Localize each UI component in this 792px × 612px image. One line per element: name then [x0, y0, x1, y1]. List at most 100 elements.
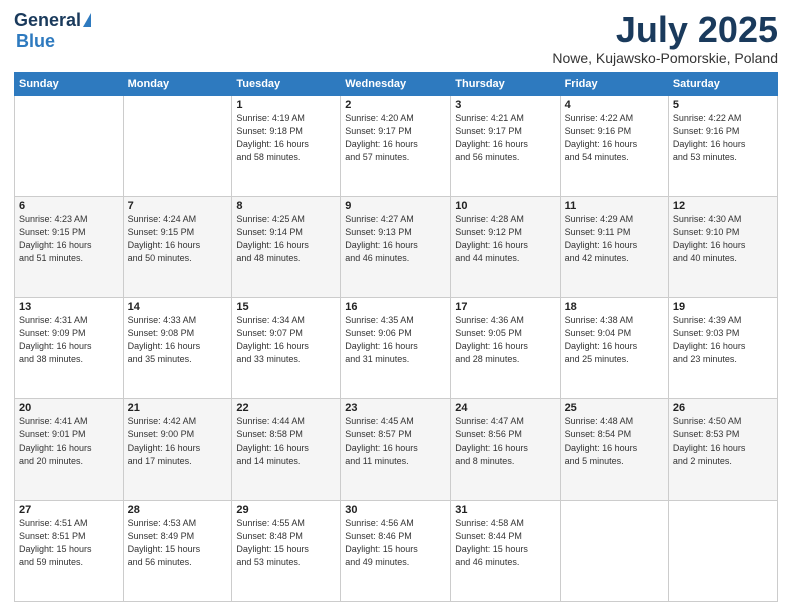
- page: General Blue July 2025 Nowe, Kujawsko-Po…: [0, 0, 792, 612]
- day-number: 4: [565, 99, 664, 111]
- day-of-week-header: Sunday: [15, 72, 124, 95]
- day-info: Sunrise: 4:24 AM Sunset: 9:15 PM Dayligh…: [128, 213, 228, 265]
- day-info: Sunrise: 4:39 AM Sunset: 9:03 PM Dayligh…: [673, 314, 773, 366]
- calendar-cell: 27Sunrise: 4:51 AM Sunset: 8:51 PM Dayli…: [15, 500, 124, 601]
- day-number: 7: [128, 200, 228, 212]
- day-info: Sunrise: 4:47 AM Sunset: 8:56 PM Dayligh…: [455, 415, 555, 467]
- day-number: 14: [128, 301, 228, 313]
- day-info: Sunrise: 4:34 AM Sunset: 9:07 PM Dayligh…: [236, 314, 336, 366]
- day-number: 11: [565, 200, 664, 212]
- calendar-cell: 13Sunrise: 4:31 AM Sunset: 9:09 PM Dayli…: [15, 298, 124, 399]
- day-info: Sunrise: 4:31 AM Sunset: 9:09 PM Dayligh…: [19, 314, 119, 366]
- day-number: 30: [345, 504, 446, 516]
- calendar-cell: [668, 500, 777, 601]
- calendar-cell: 26Sunrise: 4:50 AM Sunset: 8:53 PM Dayli…: [668, 399, 777, 500]
- day-info: Sunrise: 4:42 AM Sunset: 9:00 PM Dayligh…: [128, 415, 228, 467]
- day-info: Sunrise: 4:41 AM Sunset: 9:01 PM Dayligh…: [19, 415, 119, 467]
- day-of-week-header: Friday: [560, 72, 668, 95]
- day-of-week-header: Tuesday: [232, 72, 341, 95]
- calendar-cell: 25Sunrise: 4:48 AM Sunset: 8:54 PM Dayli…: [560, 399, 668, 500]
- day-number: 2: [345, 99, 446, 111]
- day-info: Sunrise: 4:33 AM Sunset: 9:08 PM Dayligh…: [128, 314, 228, 366]
- day-number: 3: [455, 99, 555, 111]
- calendar-cell: 30Sunrise: 4:56 AM Sunset: 8:46 PM Dayli…: [341, 500, 451, 601]
- day-number: 1: [236, 99, 336, 111]
- day-info: Sunrise: 4:20 AM Sunset: 9:17 PM Dayligh…: [345, 112, 446, 164]
- day-info: Sunrise: 4:53 AM Sunset: 8:49 PM Dayligh…: [128, 517, 228, 569]
- day-info: Sunrise: 4:56 AM Sunset: 8:46 PM Dayligh…: [345, 517, 446, 569]
- day-number: 21: [128, 402, 228, 414]
- day-number: 19: [673, 301, 773, 313]
- logo-triangle-icon: [83, 13, 91, 27]
- day-number: 5: [673, 99, 773, 111]
- day-info: Sunrise: 4:55 AM Sunset: 8:48 PM Dayligh…: [236, 517, 336, 569]
- calendar-cell: 31Sunrise: 4:58 AM Sunset: 8:44 PM Dayli…: [451, 500, 560, 601]
- calendar-week-row: 13Sunrise: 4:31 AM Sunset: 9:09 PM Dayli…: [15, 298, 778, 399]
- calendar-cell: 6Sunrise: 4:23 AM Sunset: 9:15 PM Daylig…: [15, 196, 124, 297]
- calendar-cell: 7Sunrise: 4:24 AM Sunset: 9:15 PM Daylig…: [123, 196, 232, 297]
- calendar-cell: 11Sunrise: 4:29 AM Sunset: 9:11 PM Dayli…: [560, 196, 668, 297]
- calendar-week-row: 6Sunrise: 4:23 AM Sunset: 9:15 PM Daylig…: [15, 196, 778, 297]
- day-number: 28: [128, 504, 228, 516]
- day-info: Sunrise: 4:38 AM Sunset: 9:04 PM Dayligh…: [565, 314, 664, 366]
- day-of-week-header: Monday: [123, 72, 232, 95]
- logo-text: General: [14, 10, 91, 31]
- calendar-cell: 21Sunrise: 4:42 AM Sunset: 9:00 PM Dayli…: [123, 399, 232, 500]
- day-number: 12: [673, 200, 773, 212]
- day-number: 16: [345, 301, 446, 313]
- calendar-cell: [123, 95, 232, 196]
- day-of-week-header: Wednesday: [341, 72, 451, 95]
- day-number: 6: [19, 200, 119, 212]
- day-info: Sunrise: 4:22 AM Sunset: 9:16 PM Dayligh…: [565, 112, 664, 164]
- day-info: Sunrise: 4:22 AM Sunset: 9:16 PM Dayligh…: [673, 112, 773, 164]
- day-number: 13: [19, 301, 119, 313]
- day-info: Sunrise: 4:23 AM Sunset: 9:15 PM Dayligh…: [19, 213, 119, 265]
- calendar-location: Nowe, Kujawsko-Pomorskie, Poland: [552, 50, 778, 66]
- day-number: 24: [455, 402, 555, 414]
- calendar-cell: [560, 500, 668, 601]
- day-number: 9: [345, 200, 446, 212]
- day-info: Sunrise: 4:30 AM Sunset: 9:10 PM Dayligh…: [673, 213, 773, 265]
- title-block: July 2025 Nowe, Kujawsko-Pomorskie, Pola…: [552, 10, 778, 66]
- day-info: Sunrise: 4:51 AM Sunset: 8:51 PM Dayligh…: [19, 517, 119, 569]
- calendar-week-row: 1Sunrise: 4:19 AM Sunset: 9:18 PM Daylig…: [15, 95, 778, 196]
- day-number: 8: [236, 200, 336, 212]
- day-number: 31: [455, 504, 555, 516]
- calendar-cell: 18Sunrise: 4:38 AM Sunset: 9:04 PM Dayli…: [560, 298, 668, 399]
- day-info: Sunrise: 4:48 AM Sunset: 8:54 PM Dayligh…: [565, 415, 664, 467]
- calendar-cell: 10Sunrise: 4:28 AM Sunset: 9:12 PM Dayli…: [451, 196, 560, 297]
- logo: General Blue: [14, 10, 91, 52]
- calendar-title: July 2025: [552, 10, 778, 50]
- day-info: Sunrise: 4:50 AM Sunset: 8:53 PM Dayligh…: [673, 415, 773, 467]
- calendar-table: SundayMondayTuesdayWednesdayThursdayFrid…: [14, 72, 778, 602]
- calendar-cell: 8Sunrise: 4:25 AM Sunset: 9:14 PM Daylig…: [232, 196, 341, 297]
- calendar-cell: 9Sunrise: 4:27 AM Sunset: 9:13 PM Daylig…: [341, 196, 451, 297]
- calendar-cell: 2Sunrise: 4:20 AM Sunset: 9:17 PM Daylig…: [341, 95, 451, 196]
- day-info: Sunrise: 4:27 AM Sunset: 9:13 PM Dayligh…: [345, 213, 446, 265]
- calendar-cell: 1Sunrise: 4:19 AM Sunset: 9:18 PM Daylig…: [232, 95, 341, 196]
- calendar-cell: 16Sunrise: 4:35 AM Sunset: 9:06 PM Dayli…: [341, 298, 451, 399]
- logo-blue: Blue: [16, 31, 55, 52]
- calendar-cell: [15, 95, 124, 196]
- day-number: 26: [673, 402, 773, 414]
- day-number: 22: [236, 402, 336, 414]
- calendar-cell: 5Sunrise: 4:22 AM Sunset: 9:16 PM Daylig…: [668, 95, 777, 196]
- calendar-cell: 28Sunrise: 4:53 AM Sunset: 8:49 PM Dayli…: [123, 500, 232, 601]
- calendar-cell: 22Sunrise: 4:44 AM Sunset: 8:58 PM Dayli…: [232, 399, 341, 500]
- calendar-cell: 29Sunrise: 4:55 AM Sunset: 8:48 PM Dayli…: [232, 500, 341, 601]
- day-number: 27: [19, 504, 119, 516]
- calendar-cell: 19Sunrise: 4:39 AM Sunset: 9:03 PM Dayli…: [668, 298, 777, 399]
- day-info: Sunrise: 4:58 AM Sunset: 8:44 PM Dayligh…: [455, 517, 555, 569]
- day-of-week-header: Saturday: [668, 72, 777, 95]
- day-info: Sunrise: 4:45 AM Sunset: 8:57 PM Dayligh…: [345, 415, 446, 467]
- calendar-cell: 12Sunrise: 4:30 AM Sunset: 9:10 PM Dayli…: [668, 196, 777, 297]
- header: General Blue July 2025 Nowe, Kujawsko-Po…: [14, 10, 778, 66]
- day-number: 29: [236, 504, 336, 516]
- day-of-week-header: Thursday: [451, 72, 560, 95]
- day-info: Sunrise: 4:35 AM Sunset: 9:06 PM Dayligh…: [345, 314, 446, 366]
- day-info: Sunrise: 4:25 AM Sunset: 9:14 PM Dayligh…: [236, 213, 336, 265]
- day-info: Sunrise: 4:29 AM Sunset: 9:11 PM Dayligh…: [565, 213, 664, 265]
- calendar-cell: 3Sunrise: 4:21 AM Sunset: 9:17 PM Daylig…: [451, 95, 560, 196]
- day-info: Sunrise: 4:19 AM Sunset: 9:18 PM Dayligh…: [236, 112, 336, 164]
- calendar-cell: 14Sunrise: 4:33 AM Sunset: 9:08 PM Dayli…: [123, 298, 232, 399]
